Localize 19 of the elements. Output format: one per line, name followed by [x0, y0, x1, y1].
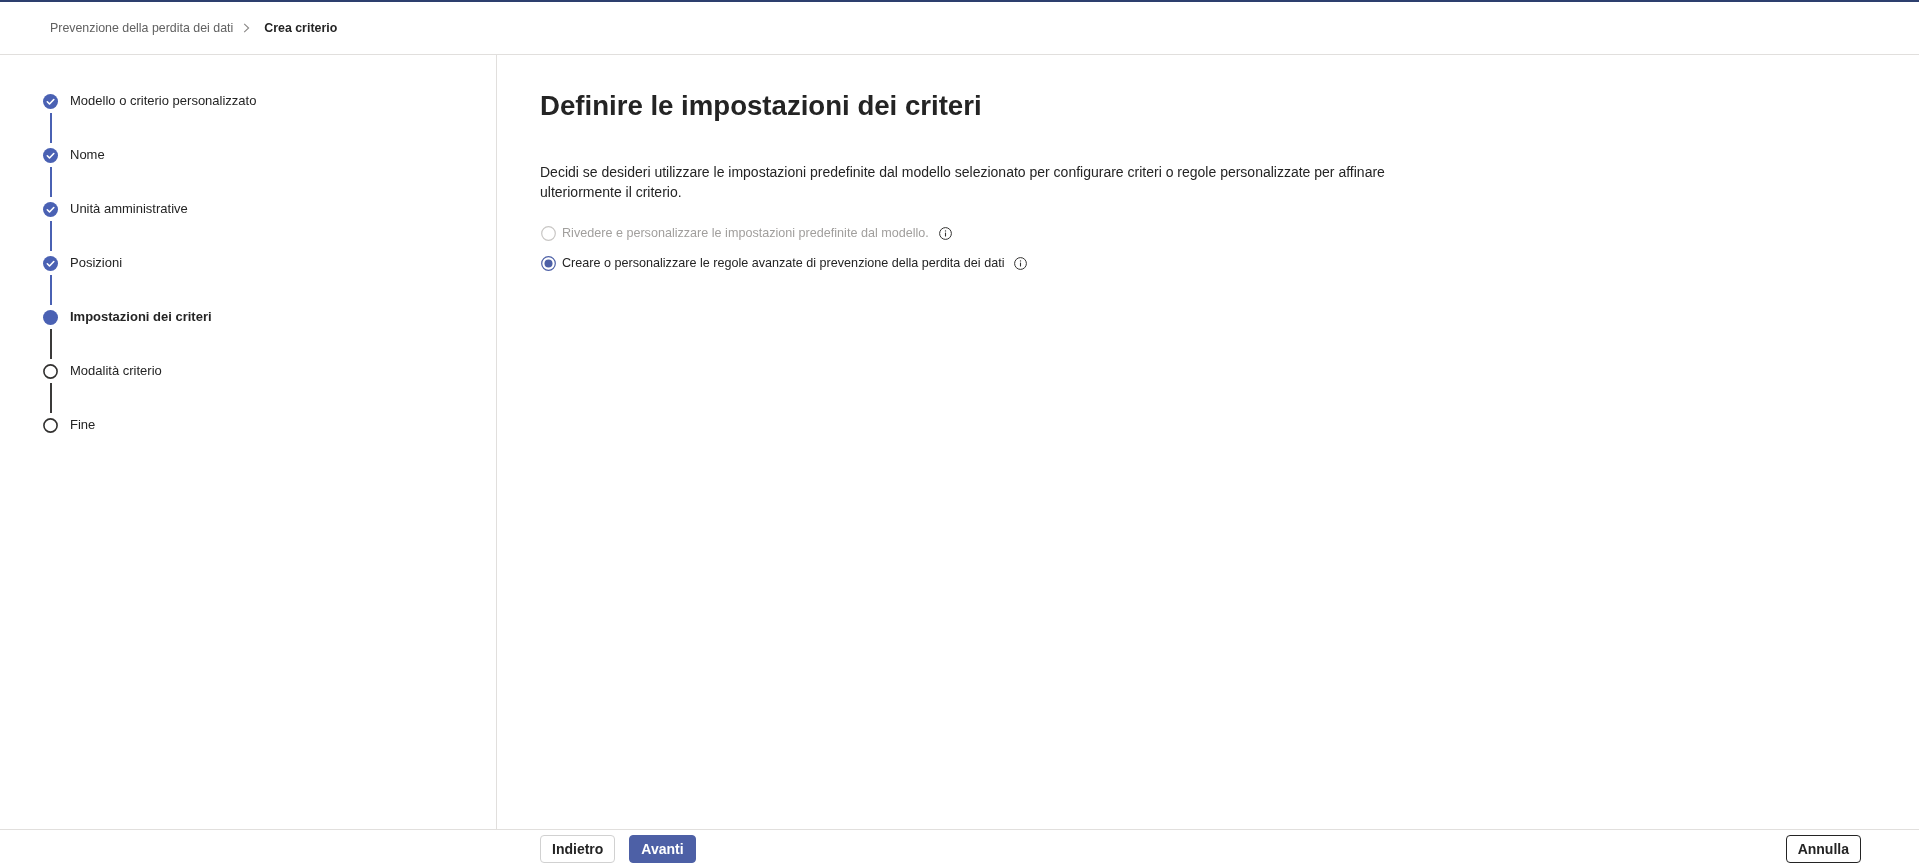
- info-icon[interactable]: [938, 226, 952, 240]
- step-label[interactable]: Modello o criterio personalizzato: [70, 91, 257, 111]
- next-button[interactable]: Avanti: [629, 835, 696, 863]
- breadcrumb-link[interactable]: Prevenzione della perdita dei dati: [50, 21, 234, 35]
- page-title: Definire le impostazioni dei criteri: [540, 89, 982, 123]
- breadcrumb-current: Crea criterio: [264, 21, 338, 35]
- radio-button[interactable]: [541, 255, 556, 271]
- step-label[interactable]: Modalità criterio: [70, 361, 162, 381]
- radio-label[interactable]: Creare o personalizzare le regole avanzate di prevenzione della perdita dei dati: [562, 256, 1005, 270]
- description-text: Decidi se desideri utilizzare le impostazioni predefinite dal modello selezionato per configurare criteri o regole personalizzate per affinare ulteriormente il criterio.: [540, 163, 1386, 202]
- back-button[interactable]: Indietro: [540, 835, 616, 863]
- step-label[interactable]: Unità amministrative: [70, 199, 188, 219]
- chevron-right-icon: [243, 23, 251, 33]
- info-icon[interactable]: [1014, 256, 1028, 270]
- cancel-button[interactable]: Annulla: [1785, 835, 1861, 863]
- step-label[interactable]: Impostazioni dei criteri: [70, 307, 212, 327]
- step-label[interactable]: Posizioni: [70, 253, 123, 273]
- step-label[interactable]: Fine: [70, 415, 96, 435]
- step-label[interactable]: Nome: [70, 145, 105, 165]
